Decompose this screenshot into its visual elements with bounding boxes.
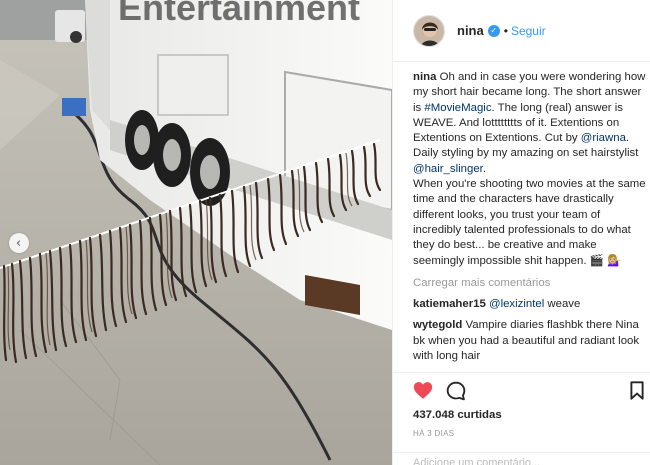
mention-link[interactable]: @riawna (581, 132, 626, 144)
post-photo[interactable]: Entertainment ‹ (0, 0, 392, 465)
text-segment: . When you're shooting two movies at the… (413, 162, 646, 267)
post-details-panel: nina ✓ • Seguir nina Oh and in case you … (392, 0, 650, 465)
photo-image: Entertainment (0, 0, 392, 465)
comment-username[interactable]: wytegold (413, 319, 462, 331)
bookmark-icon[interactable] (630, 381, 644, 400)
username[interactable]: nina (457, 23, 484, 38)
comment-item: katiemaher15 @lexizintel weave (413, 297, 647, 312)
likes-count[interactable]: 437.048 curtidas (413, 409, 502, 421)
svg-text:Entertainment: Entertainment (118, 0, 360, 28)
avatar[interactable] (413, 14, 445, 47)
comments-section: nina Oh and in case you were wondering h… (413, 70, 647, 373)
load-more-comments-button[interactable]: Carregar mais comentários (413, 276, 647, 291)
chevron-left-icon: ‹ (15, 235, 22, 251)
heart-icon[interactable] (413, 381, 433, 400)
verified-badge-icon: ✓ (487, 24, 500, 37)
mention-link[interactable]: @lexizintel (489, 298, 544, 310)
comment-icon[interactable] (446, 381, 466, 401)
comment-list: katiemaher15 @lexizintel weave wytegold V… (413, 297, 647, 364)
action-bar (393, 372, 650, 408)
hashtag-link[interactable]: #MovieMagic (424, 102, 491, 114)
post-header: nina ✓ • Seguir (393, 0, 650, 62)
separator-dot: • (503, 23, 508, 38)
caption-text: Oh and in case you were wondering how my… (413, 71, 647, 267)
post-timestamp[interactable]: HÁ 3 DIAS (413, 429, 454, 438)
comment-username[interactable]: katiemaher15 (413, 298, 486, 310)
comment-item: wytegold Vampire diaries flashbk there N… (413, 318, 647, 364)
carousel-prev-button[interactable]: ‹ (9, 233, 29, 253)
caption: nina Oh and in case you were wondering h… (413, 70, 647, 269)
text-segment: weave (544, 298, 581, 311)
add-comment-input[interactable]: Adicione um comentário... (393, 452, 650, 465)
caption-username[interactable]: nina (413, 71, 436, 83)
mention-link[interactable]: @hair_slinger (413, 163, 483, 175)
follow-button[interactable]: Seguir (511, 24, 546, 38)
